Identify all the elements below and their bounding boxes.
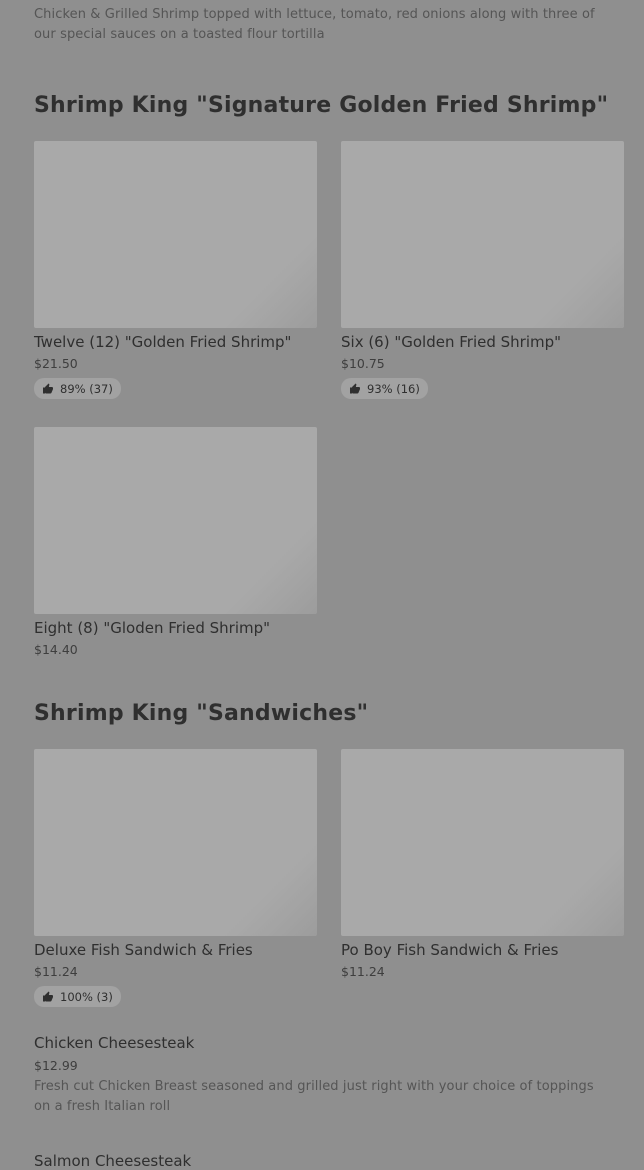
item-name: Salmon Cheesesteak [34,1152,192,1170]
rating-text: 93% (16) [367,381,420,396]
item-image [34,749,317,936]
item-image [34,427,317,614]
thumbs-up-icon [350,383,360,393]
menu-item-card[interactable]: Six (6) "Golden Fried Shrimp" $10.75 93%… [341,141,624,399]
item-price: $11.24 [341,964,385,979]
rating-badge: 93% (16) [341,378,428,399]
item-name: Twelve (12) "Golden Fried Shrimp" [34,333,292,351]
rating-text: 100% (3) [60,989,113,1004]
menu-item-card[interactable]: Po Boy Fish Sandwich & Fries $11.24 [341,749,624,981]
item-price: $12.99 [34,1058,78,1073]
item-price: $11.24 [34,964,78,979]
item-name: Six (6) "Golden Fried Shrimp" [341,333,562,351]
rating-badge: 100% (3) [34,986,121,1007]
menu-list-item[interactable]: Salmon Cheesesteak [34,1152,614,1170]
item-image [341,749,624,936]
item-name: Deluxe Fish Sandwich & Fries [34,941,253,959]
item-name: Po Boy Fish Sandwich & Fries [341,941,559,959]
item-name: Chicken Cheesesteak [34,1034,195,1052]
rating-text: 89% (37) [60,381,113,396]
thumbs-up-icon [43,383,53,393]
menu-item-card[interactable]: Eight (8) "Gloden Fried Shrimp" $14.40 [34,427,317,659]
item-description: Chicken & Grilled Shrimp topped with let… [34,7,595,42]
rating-badge: 89% (37) [34,378,121,399]
item-price: $21.50 [34,356,78,371]
item-price: $14.40 [34,642,78,657]
thumbs-up-icon [43,991,53,1001]
section-title: Shrimp King "Sandwiches" [34,701,369,726]
item-description: Fresh cut Chicken Breast seasoned and gr… [34,1079,594,1114]
item-name: Eight (8) "Gloden Fried Shrimp" [34,619,271,637]
item-image [341,141,624,328]
menu-item-card[interactable]: Deluxe Fish Sandwich & Fries $11.24 100%… [34,749,317,1007]
menu-item-card[interactable]: Twelve (12) "Golden Fried Shrimp" $21.50… [34,141,317,399]
item-price: $10.75 [341,356,385,371]
menu-page: Chicken & Grilled Shrimp topped with let… [0,0,644,1170]
section-title: Shrimp King "Signature Golden Fried Shri… [34,93,609,118]
item-image [34,141,317,328]
menu-list-item[interactable]: Chicken Cheesesteak $12.99 Fresh cut Chi… [34,1034,614,1117]
